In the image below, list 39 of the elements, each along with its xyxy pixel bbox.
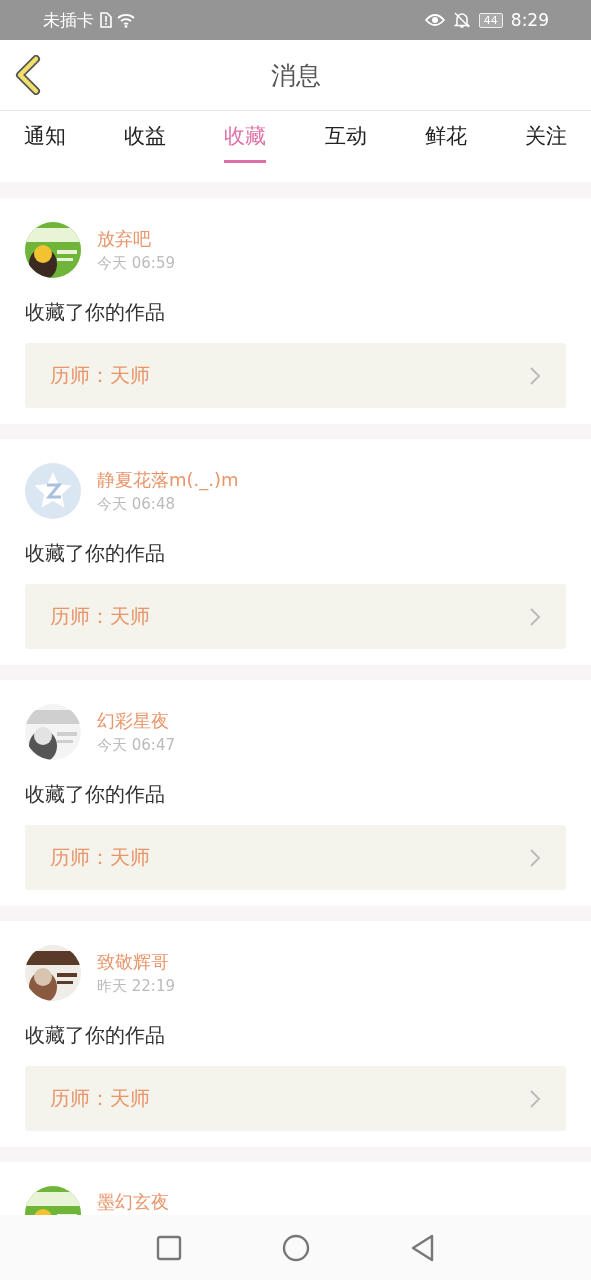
- chevron-right-icon: [529, 365, 541, 386]
- work-link[interactable]: 历师：天师: [25, 584, 566, 649]
- user-name[interactable]: 静夏花落m(._.)m: [97, 468, 239, 492]
- eye-icon: [424, 13, 445, 27]
- home-button[interactable]: [281, 1233, 310, 1262]
- activity-text: 收藏了你的作品: [25, 1022, 166, 1049]
- timestamp: 今天 06:47: [97, 735, 175, 755]
- timestamp: 今天 06:48: [97, 494, 176, 514]
- user-name[interactable]: 致敬辉哥: [97, 950, 175, 974]
- sim-alert-icon: [99, 12, 112, 28]
- activity-text: 收藏了你的作品: [25, 540, 166, 567]
- battery-indicator: 44: [478, 12, 503, 28]
- timestamp: 今天 06:59: [97, 253, 175, 273]
- recent-apps-button[interactable]: [155, 1234, 182, 1261]
- tab[interactable]: 收益: [124, 111, 167, 163]
- activity-text: 收藏了你的作品: [25, 781, 166, 808]
- chevron-right-icon: [529, 847, 541, 868]
- user-name[interactable]: 幻彩星夜: [97, 709, 175, 733]
- work-link[interactable]: 历师：天师: [25, 1066, 566, 1131]
- tab[interactable]: 收藏: [224, 111, 267, 163]
- page-title: 消息: [270, 59, 321, 92]
- default-avatar-icon: [25, 463, 81, 519]
- tab[interactable]: 互动: [324, 111, 367, 163]
- user-name[interactable]: 放弃吧: [97, 227, 175, 251]
- chevron-right-icon: [529, 606, 541, 627]
- bell-off-icon: [452, 11, 471, 29]
- carrier-text: 未插卡: [43, 8, 94, 32]
- work-link[interactable]: 历师：天师: [25, 825, 566, 890]
- tab[interactable]: 鲜花: [424, 111, 467, 163]
- tab[interactable]: 关注: [524, 111, 567, 163]
- clock-text: 8:29: [510, 10, 549, 30]
- back-nav-button[interactable]: [409, 1233, 436, 1262]
- timestamp: 昨天 22:19: [97, 976, 175, 996]
- tab[interactable]: 通知: [24, 111, 66, 163]
- work-link[interactable]: 历师：天师: [25, 343, 566, 408]
- user-name[interactable]: 墨幻玄夜: [97, 1190, 169, 1214]
- wifi-icon: [117, 12, 137, 28]
- chevron-right-icon: [529, 1088, 541, 1109]
- activity-text: 收藏了你的作品: [25, 299, 166, 326]
